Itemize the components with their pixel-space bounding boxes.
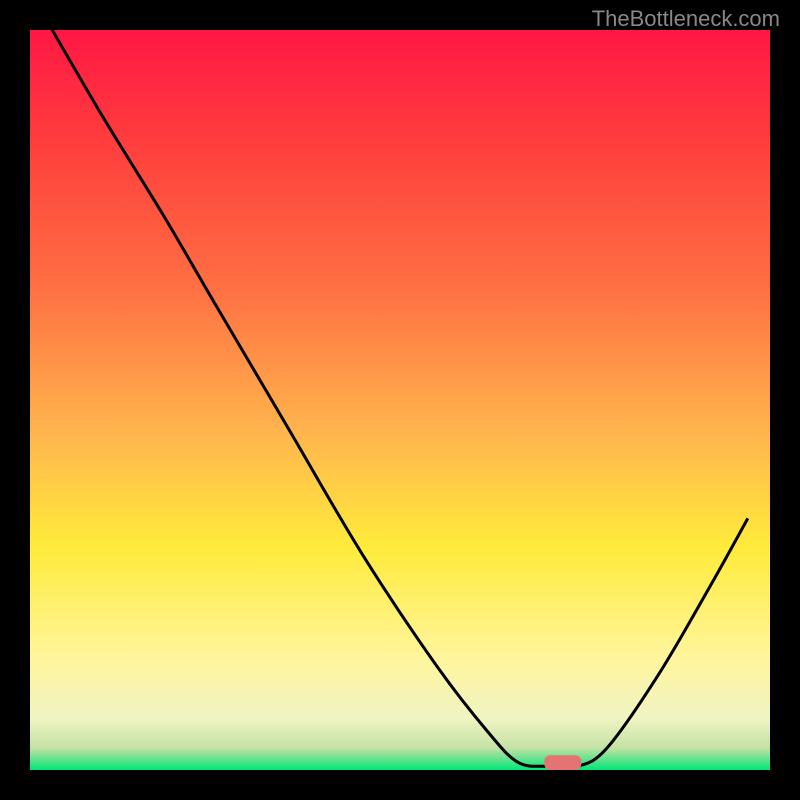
- watermark-text: TheBottleneck.com: [592, 6, 780, 32]
- chart-container: [0, 0, 800, 800]
- chart-svg: [0, 0, 800, 800]
- plot-area-gradient: [30, 30, 770, 770]
- optimal-marker: [544, 755, 581, 770]
